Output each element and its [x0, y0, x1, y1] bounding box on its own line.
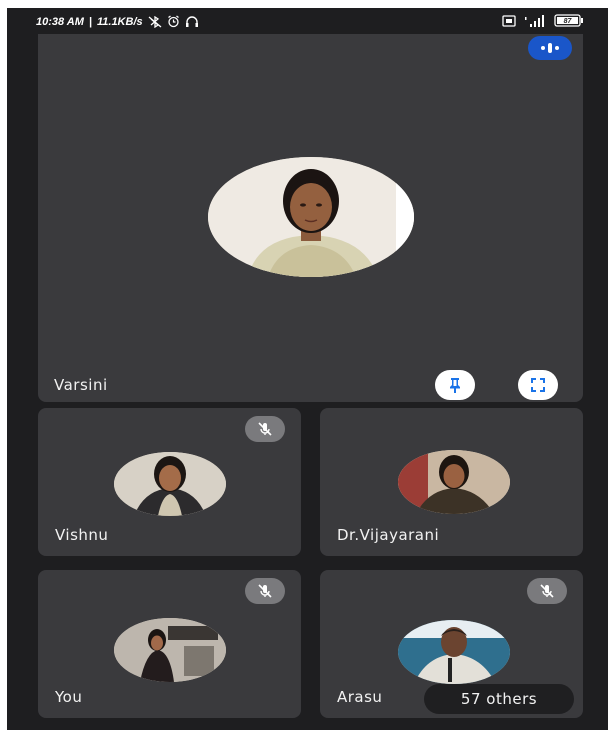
mic-off-indicator: [527, 578, 567, 604]
participant-photo: [398, 620, 510, 684]
battery-icon: 87: [554, 14, 583, 27]
avatar: [398, 620, 510, 684]
sim-card-icon: [502, 14, 516, 27]
pin-icon: [450, 378, 460, 393]
fullscreen-button[interactable]: [518, 370, 558, 400]
participant-photo: [114, 618, 226, 682]
battery-level: 87: [564, 18, 573, 25]
fullscreen-icon: [531, 378, 545, 392]
signal-icon: [525, 14, 544, 27]
alarm-icon: [167, 15, 179, 28]
avatar: [208, 157, 414, 277]
status-network-speed: 11.1KB/s: [96, 15, 143, 28]
participant-tile[interactable]: Vishnu: [38, 408, 301, 556]
mic-off-indicator: [245, 578, 285, 604]
participant-tile[interactable]: You: [38, 570, 301, 718]
participant-photo: [398, 450, 510, 514]
pin-button[interactable]: [435, 370, 475, 400]
participant-name: Vishnu: [55, 526, 109, 544]
mic-off-icon: [540, 584, 554, 598]
participant-photo: [114, 452, 226, 516]
status-separator: |: [88, 15, 92, 28]
mic-off-icon: [258, 422, 272, 436]
others-count-button[interactable]: 57 others: [424, 684, 574, 714]
speaker-photo: [208, 157, 414, 277]
audio-level-icon: [528, 36, 572, 60]
mic-off-icon: [258, 584, 272, 598]
main-speaker-tile[interactable]: Varsini: [38, 34, 583, 402]
meet-screen: 10:38 AM | 11.1KB/s 87 Varsini Vishnu Dr…: [7, 8, 608, 730]
avatar: [398, 450, 510, 514]
status-time: 10:38 AM: [36, 15, 84, 28]
participant-name: Arasu: [337, 688, 383, 706]
avatar: [114, 618, 226, 682]
status-bar: 10:38 AM | 11.1KB/s 87: [7, 8, 608, 34]
participant-name: Varsini: [54, 376, 108, 394]
participant-tile[interactable]: Arasu 57 others: [320, 570, 583, 718]
participant-tile[interactable]: Dr.Vijayarani: [320, 408, 583, 556]
avatar: [114, 452, 226, 516]
headphones-icon: [185, 15, 198, 27]
bluetooth-off-icon: [148, 15, 162, 28]
participant-name: Dr.Vijayarani: [337, 526, 440, 544]
mic-off-indicator: [245, 416, 285, 442]
participant-name: You: [55, 688, 83, 706]
